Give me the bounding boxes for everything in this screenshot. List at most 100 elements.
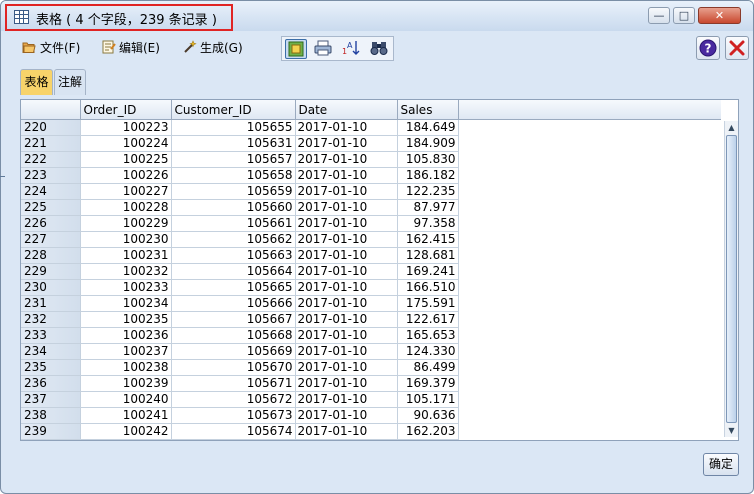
cell-order-id[interactable]: 100224	[80, 135, 172, 152]
cell-customer-id[interactable]: 105663	[171, 247, 296, 264]
cell-order-id[interactable]: 100241	[80, 407, 172, 424]
cell-sales[interactable]: 186.182	[397, 167, 459, 184]
cell-customer-id[interactable]: 105664	[171, 263, 296, 280]
cell-order-id[interactable]: 100231	[80, 247, 172, 264]
cell-order-id[interactable]: 100227	[80, 183, 172, 200]
cell-sales[interactable]: 169.241	[397, 263, 459, 280]
cell-order-id[interactable]: 100236	[80, 327, 172, 344]
cell-sales[interactable]: 86.499	[397, 359, 459, 376]
cell-order-id[interactable]: 100234	[80, 295, 172, 312]
cell-customer-id[interactable]: 105661	[171, 215, 296, 232]
cell-sales[interactable]: 175.591	[397, 295, 459, 312]
cell-date[interactable]: 2017-01-10	[295, 231, 398, 248]
ok-button[interactable]: 确定	[703, 453, 739, 476]
cell-customer-id[interactable]: 105673	[171, 407, 296, 424]
column-header-sales[interactable]: Sales	[397, 100, 459, 120]
row-number[interactable]: 229	[21, 263, 81, 280]
row-number[interactable]: 227	[21, 231, 81, 248]
cell-date[interactable]: 2017-01-10	[295, 359, 398, 376]
cell-order-id[interactable]: 100239	[80, 375, 172, 392]
row-number[interactable]: 231	[21, 295, 81, 312]
table-row[interactable]: 232 100235 105667 2017-01-10 122.617	[21, 311, 459, 328]
cell-customer-id[interactable]: 105655	[171, 119, 296, 136]
row-number[interactable]: 239	[21, 423, 81, 440]
cell-order-id[interactable]: 100232	[80, 263, 172, 280]
row-number[interactable]: 221	[21, 135, 81, 152]
row-number[interactable]: 238	[21, 407, 81, 424]
cell-order-id[interactable]: 100225	[80, 151, 172, 168]
row-number[interactable]: 235	[21, 359, 81, 376]
row-number[interactable]: 222	[21, 151, 81, 168]
cell-customer-id[interactable]: 105669	[171, 343, 296, 360]
table-row[interactable]: 224 100227 105659 2017-01-10 122.235	[21, 183, 459, 200]
cell-customer-id[interactable]: 105671	[171, 375, 296, 392]
column-header-order-id[interactable]: Order_ID	[80, 100, 172, 120]
row-number[interactable]: 230	[21, 279, 81, 296]
cell-sales[interactable]: 124.330	[397, 343, 459, 360]
row-number[interactable]: 220	[21, 119, 81, 136]
table-row[interactable]: 230 100233 105665 2017-01-10 166.510	[21, 279, 459, 296]
cell-customer-id[interactable]: 105666	[171, 295, 296, 312]
row-number[interactable]: 225	[21, 199, 81, 216]
cell-date[interactable]: 2017-01-10	[295, 119, 398, 136]
cell-customer-id[interactable]: 105662	[171, 231, 296, 248]
exit-button[interactable]	[725, 36, 749, 60]
help-button[interactable]: ?	[696, 36, 720, 60]
table-row[interactable]: 238 100241 105673 2017-01-10 90.636	[21, 407, 459, 424]
cell-date[interactable]: 2017-01-10	[295, 151, 398, 168]
cell-date[interactable]: 2017-01-10	[295, 391, 398, 408]
table-row[interactable]: 220 100223 105655 2017-01-10 184.649	[21, 119, 459, 136]
column-header-date[interactable]: Date	[295, 100, 398, 120]
cell-customer-id[interactable]: 105659	[171, 183, 296, 200]
cell-customer-id[interactable]: 105631	[171, 135, 296, 152]
cell-date[interactable]: 2017-01-10	[295, 311, 398, 328]
column-header-customer-id[interactable]: Customer_ID	[171, 100, 296, 120]
cell-sales[interactable]: 87.977	[397, 199, 459, 216]
cell-sales[interactable]: 105.171	[397, 391, 459, 408]
sort-button[interactable]: 1 A	[341, 39, 363, 59]
table-row[interactable]: 237 100240 105672 2017-01-10 105.171	[21, 391, 459, 408]
cell-date[interactable]: 2017-01-10	[295, 375, 398, 392]
cell-customer-id[interactable]: 105674	[171, 423, 296, 440]
cell-date[interactable]: 2017-01-10	[295, 183, 398, 200]
row-number[interactable]: 237	[21, 391, 81, 408]
row-number[interactable]: 236	[21, 375, 81, 392]
cell-date[interactable]: 2017-01-10	[295, 407, 398, 424]
cell-customer-id[interactable]: 105670	[171, 359, 296, 376]
cell-sales[interactable]: 97.358	[397, 215, 459, 232]
table-row[interactable]: 222 100225 105657 2017-01-10 105.830	[21, 151, 459, 168]
cell-customer-id[interactable]: 105667	[171, 311, 296, 328]
table-row[interactable]: 229 100232 105664 2017-01-10 169.241	[21, 263, 459, 280]
cell-order-id[interactable]: 100228	[80, 199, 172, 216]
arrow-up-icon[interactable]: ▲	[725, 121, 738, 134]
cell-date[interactable]: 2017-01-10	[295, 423, 398, 440]
cell-order-id[interactable]: 100238	[80, 359, 172, 376]
cell-sales[interactable]: 105.830	[397, 151, 459, 168]
table-row[interactable]: 233 100236 105668 2017-01-10 165.653	[21, 327, 459, 344]
cell-sales[interactable]: 90.636	[397, 407, 459, 424]
cell-order-id[interactable]: 100226	[80, 167, 172, 184]
find-button[interactable]	[369, 39, 391, 59]
cell-sales[interactable]: 166.510	[397, 279, 459, 296]
table-row[interactable]: 235 100238 105670 2017-01-10 86.499	[21, 359, 459, 376]
cell-order-id[interactable]: 100240	[80, 391, 172, 408]
tab-table[interactable]: 表格	[20, 69, 53, 95]
cell-sales[interactable]: 162.415	[397, 231, 459, 248]
print-button[interactable]	[313, 39, 335, 59]
cell-order-id[interactable]: 100233	[80, 279, 172, 296]
table-row[interactable]: 225 100228 105660 2017-01-10 87.977	[21, 199, 459, 216]
cell-sales[interactable]: 122.235	[397, 183, 459, 200]
cell-customer-id[interactable]: 105658	[171, 167, 296, 184]
cell-date[interactable]: 2017-01-10	[295, 295, 398, 312]
row-number[interactable]: 228	[21, 247, 81, 264]
vertical-scrollbar[interactable]: ▲ ▼	[724, 121, 738, 437]
cell-sales[interactable]: 169.379	[397, 375, 459, 392]
cell-customer-id[interactable]: 105668	[171, 327, 296, 344]
table-row[interactable]: 226 100229 105661 2017-01-10 97.358	[21, 215, 459, 232]
row-number[interactable]: 226	[21, 215, 81, 232]
cell-sales[interactable]: 184.909	[397, 135, 459, 152]
table-row[interactable]: 234 100237 105669 2017-01-10 124.330	[21, 343, 459, 360]
cell-date[interactable]: 2017-01-10	[295, 327, 398, 344]
cell-date[interactable]: 2017-01-10	[295, 215, 398, 232]
cell-sales[interactable]: 128.681	[397, 247, 459, 264]
